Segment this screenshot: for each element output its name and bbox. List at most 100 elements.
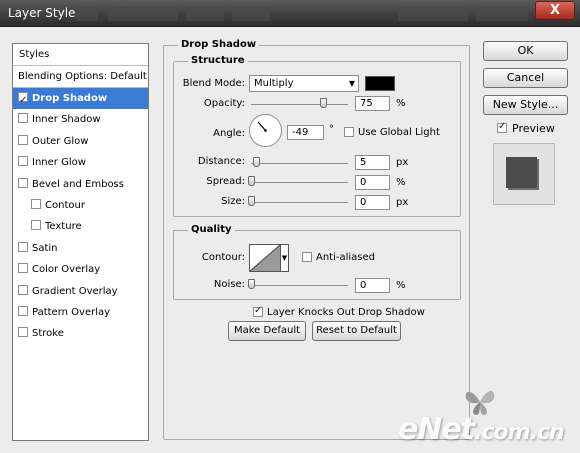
quality-title: Quality: [188, 224, 235, 235]
chevron-down-icon: ▼: [281, 254, 288, 262]
stroke-checkbox[interactable]: [18, 327, 28, 338]
style-item-label: Drop Shadow: [32, 93, 108, 104]
angle-input[interactable]: -49: [287, 125, 324, 140]
opacity-input[interactable]: 75: [355, 96, 390, 111]
spread-unit: %: [396, 177, 406, 188]
pattern-overlay-checkbox[interactable]: [18, 305, 28, 316]
title-bar: Layer Style X: [0, 0, 580, 27]
style-item-color-overlay[interactable]: Color Overlay: [13, 259, 148, 280]
knockout-label: Layer Knocks Out Drop Shadow: [267, 307, 425, 318]
style-item-texture[interactable]: Texture: [13, 216, 148, 237]
drop-shadow-title: Drop Shadow: [178, 39, 260, 50]
style-item-pattern-overlay[interactable]: Pattern Overlay: [13, 302, 148, 323]
window-title: Layer Style: [8, 6, 76, 20]
opacity-label: Opacity:: [203, 98, 245, 109]
distance-label: Distance:: [197, 156, 245, 167]
reset-to-default-button[interactable]: Reset to Default: [312, 321, 401, 341]
noise-unit: %: [396, 280, 406, 291]
style-item-label: Satin: [32, 242, 58, 254]
spread-slider-thumb[interactable]: [248, 176, 255, 186]
distance-input[interactable]: 5: [355, 155, 390, 170]
texture-checkbox[interactable]: [31, 220, 41, 231]
contour-checkbox[interactable]: [31, 198, 41, 209]
style-item-label: Inner Shadow: [32, 114, 101, 126]
outer-glow-checkbox[interactable]: [18, 134, 28, 145]
noise-slider-track[interactable]: [251, 285, 348, 286]
distance-slider-thumb[interactable]: [253, 157, 260, 167]
new-style-button[interactable]: New Style...: [483, 95, 568, 115]
style-item-bevel-emboss[interactable]: Bevel and Emboss: [13, 174, 148, 195]
blend-mode-value: Multiply: [254, 78, 294, 89]
size-slider-track[interactable]: [251, 202, 348, 203]
distance-slider-track[interactable]: [251, 163, 348, 164]
inner-shadow-checkbox[interactable]: [18, 113, 28, 124]
spread-slider-track[interactable]: [251, 182, 348, 183]
style-item-inner-glow[interactable]: Inner Glow: [13, 152, 148, 173]
style-preview: [493, 143, 555, 205]
style-item-stroke[interactable]: Stroke: [13, 323, 148, 344]
angle-dial[interactable]: [249, 114, 282, 147]
structure-title: Structure: [188, 55, 248, 66]
titlebar-ghost-icon: [232, 6, 270, 21]
angle-label: Angle:: [213, 128, 245, 139]
titlebar-ghost-icon: [476, 6, 528, 21]
style-item-label: Gradient Overlay: [32, 285, 118, 297]
style-item-label: Stroke: [32, 328, 64, 340]
contour-label: Contour:: [201, 252, 245, 263]
style-item-label: Texture: [45, 221, 82, 233]
watermark-suffix: .com.cn: [474, 420, 564, 445]
titlebar-ghost-icon: [186, 6, 224, 21]
contour-picker[interactable]: [249, 244, 281, 272]
blend-mode-select[interactable]: Multiply ▼: [249, 75, 359, 92]
spread-input[interactable]: 0: [355, 175, 390, 190]
layer-style-dialog: Layer Style X Styles Blending Options: D…: [0, 0, 580, 453]
watermark-main: eNet: [398, 412, 475, 447]
chevron-down-icon: ▼: [348, 79, 355, 88]
noise-input[interactable]: 0: [355, 278, 390, 293]
distance-unit: px: [396, 157, 409, 168]
size-unit: px: [396, 197, 409, 208]
preview-square: [506, 157, 537, 188]
satin-checkbox[interactable]: [18, 241, 28, 252]
gradient-overlay-checkbox[interactable]: [18, 284, 28, 295]
angle-dial-icon: [257, 121, 267, 132]
noise-slider-thumb[interactable]: [248, 279, 255, 289]
cancel-button[interactable]: Cancel: [483, 68, 568, 88]
style-item-gradient-overlay[interactable]: Gradient Overlay: [13, 281, 148, 302]
style-item-drop-shadow[interactable]: Drop Shadow: [13, 88, 148, 111]
close-button[interactable]: X: [535, 1, 575, 20]
size-slider-thumb[interactable]: [248, 196, 255, 206]
style-item-satin[interactable]: Satin: [13, 238, 148, 259]
anti-aliased-checkbox[interactable]: [302, 252, 312, 262]
opacity-slider-thumb[interactable]: [319, 98, 327, 108]
use-global-light-label: Use Global Light: [358, 127, 440, 138]
inner-glow-checkbox[interactable]: [18, 156, 28, 167]
drop-shadow-checkbox[interactable]: [18, 90, 28, 111]
preview-checkbox[interactable]: [497, 121, 507, 133]
style-item-contour[interactable]: Contour: [13, 195, 148, 216]
style-item-label: Contour: [45, 199, 85, 211]
noise-label: Noise:: [213, 279, 245, 290]
styles-header[interactable]: Styles: [13, 44, 148, 66]
make-default-button[interactable]: Make Default: [228, 321, 306, 341]
style-item-label: Pattern Overlay: [32, 306, 111, 318]
style-item-label: Outer Glow: [32, 135, 89, 147]
opacity-slider-track[interactable]: [251, 104, 348, 105]
preview-label: Preview: [512, 122, 555, 135]
ok-button[interactable]: OK: [483, 41, 568, 61]
contour-dropdown-button[interactable]: ▼: [280, 244, 289, 272]
styles-list: Styles Blending Options: Default Drop Sh…: [12, 43, 149, 441]
bevel-emboss-checkbox[interactable]: [18, 177, 28, 188]
shadow-color-swatch[interactable]: [365, 76, 395, 91]
angle-unit: °: [329, 124, 334, 135]
titlebar-ghost-icon: [76, 6, 98, 21]
style-item-inner-shadow[interactable]: Inner Shadow: [13, 109, 148, 130]
size-input[interactable]: 0: [355, 195, 390, 210]
color-overlay-checkbox[interactable]: [18, 263, 28, 274]
blend-mode-label: Blend Mode:: [182, 78, 245, 89]
blending-options-item[interactable]: Blending Options: Default: [13, 66, 148, 88]
opacity-unit: %: [396, 98, 406, 109]
style-item-outer-glow[interactable]: Outer Glow: [13, 131, 148, 152]
use-global-light-checkbox[interactable]: [344, 127, 354, 137]
knockout-checkbox[interactable]: [253, 305, 263, 317]
